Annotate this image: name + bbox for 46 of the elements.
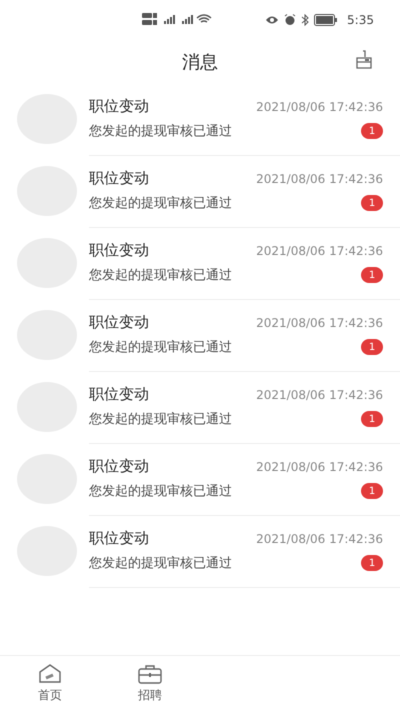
message-time: 2021/08/06 17:42:36 — [256, 460, 383, 474]
message-preview: 您发起的提现审核已通过 — [89, 195, 232, 212]
unread-count: 1 — [361, 267, 383, 283]
unread-count: 1 — [361, 123, 383, 139]
tab-item[interactable]: 招聘 — [100, 656, 200, 711]
message-time: 2021/08/06 17:42:36 — [256, 316, 383, 330]
tab-item[interactable]: 首页 — [0, 656, 100, 711]
alarm-icon — [284, 14, 296, 26]
message-title: 职位变动 — [89, 97, 149, 116]
message-item[interactable]: 职位变动 2021/08/06 17:42:36 您发起的提现审核已通过 1 — [0, 371, 400, 443]
message-title: 职位变动 — [89, 457, 149, 476]
message-item[interactable]: 职位变动 2021/08/06 17:42:36 您发起的提现审核已通过 1 — [0, 299, 400, 371]
message-item[interactable]: 职位变动 2021/08/06 17:42:36 您发起的提现审核已通过 1 — [0, 155, 400, 227]
unread-count: 1 — [361, 483, 383, 499]
eye-icon — [265, 15, 280, 25]
message-title: 职位变动 — [89, 385, 149, 404]
unread-count: 1 — [361, 555, 383, 571]
message-preview: 您发起的提现审核已通过 — [89, 267, 232, 284]
message-time: 2021/08/06 17:42:36 — [256, 388, 383, 402]
page-title: 消息 — [182, 50, 218, 74]
message-time: 2021/08/06 17:42:36 — [256, 244, 383, 258]
message-title: 职位变动 — [89, 241, 149, 260]
message-title: 职位变动 — [89, 529, 149, 548]
message-title: 职位变动 — [89, 169, 149, 188]
message-item[interactable]: 职位变动 2021/08/06 17:42:36 您发起的提现审核已通过 1 — [0, 443, 400, 515]
unread-count: 1 — [361, 411, 383, 427]
message-preview: 您发起的提现审核已通过 — [89, 411, 232, 428]
clock-time: 5:35 — [347, 13, 374, 27]
battery-icon — [314, 14, 338, 26]
unread-count: 1 — [361, 195, 383, 211]
message-time: 2021/08/06 17:42:36 — [256, 532, 383, 546]
message-preview: 您发起的提现审核已通过 — [89, 483, 232, 500]
bluetooth-icon — [301, 14, 310, 26]
briefcase-icon — [138, 664, 162, 684]
message-preview: 您发起的提现审核已通过 — [89, 555, 232, 572]
signal-icon — [142, 12, 212, 26]
message-item[interactable]: 职位变动 2021/08/06 17:42:36 您发起的提现审核已通过 1 — [0, 515, 400, 587]
message-preview: 您发起的提现审核已通过 — [89, 123, 232, 140]
unread-count: 1 — [361, 339, 383, 355]
message-title: 职位变动 — [89, 313, 149, 332]
message-item[interactable]: 职位变动 2021/08/06 17:42:36 您发起的提现审核已通过 1 — [0, 227, 400, 299]
message-preview: 您发起的提现审核已通过 — [89, 339, 232, 356]
message-time: 2021/08/06 17:42:36 — [256, 100, 383, 114]
message-item[interactable]: 职位变动 2021/08/06 17:42:36 您发起的提现审核已通过 1 — [0, 83, 400, 155]
message-time: 2021/08/06 17:42:36 — [256, 172, 383, 186]
house-icon — [38, 664, 62, 684]
